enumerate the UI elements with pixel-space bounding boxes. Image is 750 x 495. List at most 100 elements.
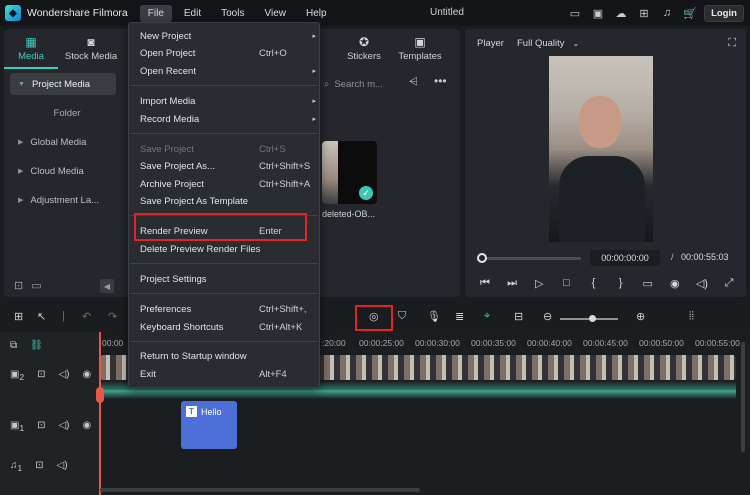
menu-item-project-settings[interactable]: Project Settings <box>140 271 310 287</box>
menu-item-new-project[interactable]: New Project ▸ <box>140 28 316 44</box>
fullscreen-icon[interactable]: ⤢ <box>719 277 739 290</box>
play-icon[interactable]: ▷ <box>529 277 549 290</box>
snapshot-icon[interactable]: ⛶ <box>728 37 736 50</box>
menu-item-import-media[interactable]: Import Media ▸ <box>140 93 316 109</box>
chevron-right-icon: ▸ <box>312 33 316 40</box>
tab-media[interactable]: ▦ Media <box>4 29 58 69</box>
cart-icon[interactable]: 🛒 <box>682 5 698 21</box>
voiceover-icon[interactable]: ≣ <box>455 310 464 323</box>
login-button[interactable]: Login <box>704 5 744 22</box>
marker-icon[interactable]: ⛉ <box>398 310 406 323</box>
previous-frame-icon[interactable]: ⏮ <box>475 277 495 290</box>
sidebar-item-global-media[interactable]: ▶ Global Media <box>10 131 116 153</box>
apps-icon[interactable]: ⊞ <box>636 5 652 21</box>
vertical-scrollbar[interactable] <box>741 342 745 452</box>
layout-icon[interactable]: ▭ <box>567 5 583 21</box>
link-icon[interactable]: ⛓ <box>30 340 43 351</box>
player-label: Player <box>477 38 504 49</box>
camera-icon[interactable]: ◉ <box>665 277 685 290</box>
menu-item-save-project-as[interactable]: Save Project As... Ctrl+Shift+S <box>140 158 310 174</box>
chevron-right-icon: ▸ <box>312 68 316 75</box>
headphones-icon[interactable]: ♫ <box>659 5 675 21</box>
horizontal-scrollbar[interactable] <box>100 488 420 492</box>
video-track-icon: ▣1 <box>10 420 25 433</box>
mute-icon[interactable]: ◁) <box>58 369 69 382</box>
menu-item-return-to-startup[interactable]: Return to Startup window <box>140 348 310 364</box>
save-icon[interactable]: ▣ <box>590 5 606 21</box>
split-icon[interactable]: ⊟ <box>514 310 523 323</box>
lock-icon[interactable]: ⊡ <box>37 420 45 433</box>
menu-file[interactable]: File <box>139 4 172 22</box>
menu-item-exit[interactable]: Exit Alt+F4 <box>140 366 310 382</box>
track-headers: ⧉ ⛓ ▣2 ⊡ ◁) ◉ ▣1 ⊡ ◁) ◉ ♫1 ⊡ ◁) <box>0 332 100 495</box>
more-icon[interactable]: ••• <box>434 74 447 88</box>
sidebar-item-cloud-media[interactable]: ▶ Cloud Media <box>10 160 116 182</box>
microphone-icon[interactable]: 🎙 <box>427 310 441 323</box>
check-icon: ✓ <box>359 186 373 200</box>
menu-item-keyboard-shortcuts[interactable]: Keyboard Shortcuts Ctrl+Alt+K <box>140 319 310 335</box>
snap-icon[interactable]: ⌖ <box>484 310 490 323</box>
redo-icon[interactable]: ↷ <box>108 310 117 323</box>
menu-item-open-recent[interactable]: Open Recent ▸ <box>140 63 316 79</box>
mute-icon[interactable]: ◁) <box>58 420 69 433</box>
menu-help[interactable]: Help <box>298 5 335 22</box>
chevron-right-icon: ▶ <box>18 139 24 146</box>
mute-icon[interactable]: ◁) <box>57 460 68 473</box>
chevron-down-icon: ▼ <box>18 80 25 88</box>
menu-item-open-project[interactable]: Open Project Ctrl+O <box>140 45 310 61</box>
new-folder-icon[interactable]: ⊡ <box>14 279 23 293</box>
menu-item-save-project[interactable]: Save Project Ctrl+S <box>140 141 310 157</box>
menu-tools[interactable]: Tools <box>213 5 252 22</box>
tab-templates[interactable]: ▣ Templates <box>390 29 450 62</box>
folder-icon[interactable]: ▭ <box>31 279 41 293</box>
menu-item-record-media[interactable]: Record Media ▸ <box>140 111 316 127</box>
cloud-icon[interactable]: ☁ <box>613 5 629 21</box>
search-input[interactable]: ⌕ Search m... <box>324 74 404 94</box>
select-tool-icon[interactable]: ↖ <box>37 310 46 323</box>
track-header-tools: ⧉ ⛓ <box>10 340 56 351</box>
tab-stock-media[interactable]: ◙ Stock Media <box>58 29 124 69</box>
eye-icon[interactable]: ◉ <box>83 420 92 433</box>
menu-item-archive-project[interactable]: Archive Project Ctrl+Shift+A <box>140 176 310 192</box>
columns-icon[interactable]: ⦙⦙ <box>689 310 694 323</box>
menu-edit[interactable]: Edit <box>176 5 209 22</box>
menu-item-save-as-template[interactable]: Save Project As Template <box>140 193 310 209</box>
undo-icon[interactable]: ↶ <box>82 310 91 323</box>
chevron-right-icon: ▸ <box>312 116 316 123</box>
menu-view[interactable]: View <box>256 5 294 22</box>
divider: | <box>62 310 65 322</box>
total-timecode: 00:00:55:03 <box>681 252 729 262</box>
media-clip-thumbnail[interactable]: ✓ <box>322 141 377 204</box>
filmora-logo: ◆ <box>5 5 21 21</box>
filter-icon[interactable]: ⩤ <box>409 76 418 89</box>
mark-out-icon[interactable]: } <box>611 277 631 290</box>
media-sidebar: ▼ Project Media Folder ▶ Global Media ▶ Clo… <box>10 73 116 218</box>
title-clip[interactable]: T Hello <box>181 401 237 449</box>
lock-icon[interactable]: ⊡ <box>35 460 43 473</box>
playhead[interactable] <box>99 332 101 495</box>
display-icon[interactable]: ▭ <box>638 277 658 290</box>
sidebar-item-project-media[interactable]: ▼ Project Media <box>10 73 116 95</box>
add-track-icon[interactable]: ⧉ <box>10 340 17 351</box>
zoom-slider-handle[interactable] <box>589 315 596 322</box>
lock-icon[interactable]: ⊡ <box>37 369 45 382</box>
stop-icon[interactable]: □ <box>556 277 576 290</box>
eye-icon[interactable]: ◉ <box>83 369 92 382</box>
tab-stickers[interactable]: ✪ Stickers <box>337 29 391 62</box>
mark-in-icon[interactable]: { <box>583 277 603 290</box>
scrubber-handle[interactable] <box>477 253 487 263</box>
chevron-right-icon: ▶ <box>18 197 24 204</box>
next-frame-icon[interactable]: ⏭ <box>502 277 522 290</box>
volume-icon[interactable]: ◁) <box>692 277 712 290</box>
playhead-handle[interactable] <box>96 387 104 403</box>
layout-grid-icon[interactable]: ⊞ <box>14 310 23 323</box>
menu-item-preferences[interactable]: Preferences Ctrl+Shift+, <box>140 301 310 317</box>
quality-dropdown[interactable]: Full Quality ⌄ <box>517 38 579 49</box>
menu-item-delete-render-files[interactable]: Delete Preview Render Files <box>140 241 310 257</box>
collapse-sidebar-button[interactable]: ◀ <box>100 279 114 293</box>
zoom-in-icon[interactable]: ⊕ <box>636 310 645 323</box>
zoom-out-icon[interactable]: ⊖ <box>543 310 552 323</box>
sidebar-item-folder[interactable]: Folder <box>10 102 116 124</box>
playback-scrubber[interactable] <box>481 257 581 260</box>
sidebar-item-adjustment-layer[interactable]: ▶ Adjustment La... <box>10 189 116 211</box>
